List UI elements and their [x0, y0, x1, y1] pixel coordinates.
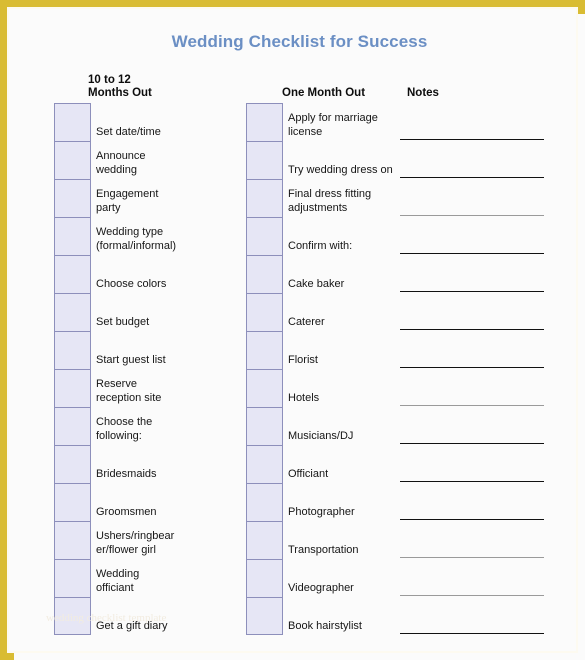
- column-header-left: 10 to 12 Months Out: [88, 74, 152, 99]
- page-title: Wedding Checklist for Success: [171, 32, 428, 51]
- notes-line[interactable]: [400, 139, 544, 140]
- notes-line[interactable]: [400, 215, 544, 216]
- page-frame: Wedding Checklist for Success 10 to 12 M…: [0, 0, 585, 660]
- notes-column: [14, 103, 585, 660]
- notes-line[interactable]: [400, 367, 544, 368]
- notes-line[interactable]: [400, 595, 544, 596]
- notes-line[interactable]: [400, 291, 544, 292]
- notes-line[interactable]: [400, 443, 544, 444]
- column-header-notes: Notes: [407, 87, 439, 99]
- notes-line[interactable]: [400, 177, 544, 178]
- notes-line[interactable]: [400, 633, 544, 634]
- notes-line[interactable]: [400, 253, 544, 254]
- notes-line[interactable]: [400, 329, 544, 330]
- notes-line[interactable]: [400, 481, 544, 482]
- column-header-right: One Month Out: [282, 87, 366, 99]
- notes-line[interactable]: [400, 519, 544, 520]
- watermark: wedding checklist template: [46, 612, 167, 624]
- notes-line[interactable]: [400, 557, 544, 558]
- notes-line[interactable]: [400, 405, 544, 406]
- document-sheet: Wedding Checklist for Success 10 to 12 M…: [14, 14, 585, 660]
